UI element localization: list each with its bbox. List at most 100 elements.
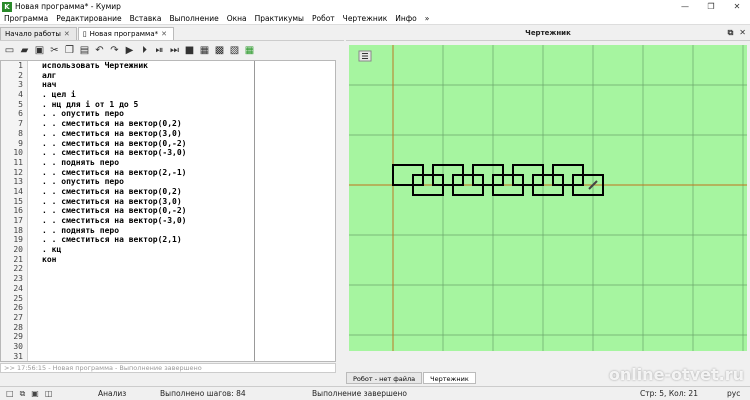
maximize-button[interactable]: ❐ — [698, 0, 724, 13]
line-number: 1 — [18, 61, 23, 70]
line-number: 3 — [18, 80, 23, 90]
menu-info[interactable]: Инфо — [391, 14, 421, 23]
code-line[interactable]: нач — [42, 80, 254, 90]
code-line[interactable]: . . сместиться на вектор(2,1) — [42, 235, 254, 245]
file-icon: ▯ — [82, 30, 87, 38]
tab-drawer[interactable]: Чертежник — [423, 372, 476, 384]
table-icon[interactable]: ▦ — [198, 44, 211, 57]
image-icon[interactable]: ▧ — [228, 44, 241, 57]
watermark-logo: online-otvet.ru — [608, 365, 744, 384]
line-number: 10 — [13, 148, 23, 158]
menu-run[interactable]: Выполнение — [165, 14, 222, 23]
line-number: 15 — [13, 196, 23, 206]
line-number: 6 — [18, 109, 23, 119]
close-button[interactable]: ✕ — [724, 0, 750, 13]
code-line[interactable]: . . поднять перо — [42, 226, 254, 236]
drawer-window-controls: ⧉ ✕ — [728, 28, 746, 38]
code-line[interactable] — [42, 264, 254, 274]
code-line[interactable]: . . поднять перо — [42, 158, 254, 168]
menu-edit[interactable]: Редактирование — [52, 14, 125, 23]
menu-more[interactable]: » — [421, 14, 434, 23]
drawer-canvas[interactable] — [349, 45, 747, 351]
square-icon[interactable]: □ — [6, 389, 14, 399]
line-number: 2 — [18, 70, 23, 80]
copy-icon[interactable]: ⧉ — [20, 389, 26, 399]
code-line[interactable]: . . сместиться на вектор(-3,0) — [42, 148, 254, 158]
close-icon[interactable]: ✕ — [161, 30, 167, 38]
copy-icon[interactable]: ❐ — [63, 44, 76, 57]
line-number: 5 — [18, 99, 23, 109]
menu-practicums[interactable]: Практикумы — [251, 14, 308, 23]
menu-program[interactable]: Программа — [0, 14, 52, 23]
new-file-icon[interactable]: ▭ — [3, 44, 16, 57]
line-number: 22 — [13, 264, 23, 274]
menu-insert[interactable]: Вставка — [126, 14, 166, 23]
code-line[interactable]: использовать Чертежник — [42, 61, 254, 71]
code-line[interactable]: кон — [42, 255, 254, 265]
line-number: 21 — [13, 254, 23, 264]
paste-icon[interactable]: ▤ — [78, 44, 91, 57]
code-line[interactable]: алг — [42, 71, 254, 81]
code-line[interactable]: . . сместиться на вектор(0,2) — [42, 119, 254, 129]
open-folder-icon[interactable]: ▰ — [18, 44, 31, 57]
undock-icon[interactable]: ⧉ — [728, 28, 734, 38]
print-icon[interactable]: ▣ — [31, 389, 39, 399]
code-line[interactable]: . . сместиться на вектор(0,-2) — [42, 206, 254, 216]
code-line[interactable]: . нц для i от 1 до 5 — [42, 100, 254, 110]
code-line[interactable] — [42, 352, 254, 362]
drawer-drawing[interactable] — [349, 45, 747, 351]
code-line[interactable] — [42, 313, 254, 323]
code-line[interactable]: . . сместиться на вектор(3,0) — [42, 129, 254, 139]
grid-icon[interactable]: ▦ — [243, 44, 256, 57]
status-mode: Анализ — [98, 389, 127, 398]
editor-pane: Начало работы ✕ ▯ Новая программа* ✕ ▭ ▰… — [0, 26, 344, 374]
cut-icon[interactable]: ✂ — [48, 44, 61, 57]
code-line[interactable] — [42, 274, 254, 284]
code-line[interactable] — [42, 303, 254, 313]
tab-new-program[interactable]: ▯ Новая программа* ✕ — [77, 27, 174, 40]
step-into-icon[interactable]: ⏭ — [168, 44, 181, 57]
step-over-icon[interactable]: ⏯ — [153, 44, 166, 57]
close-icon[interactable]: ✕ — [64, 30, 70, 38]
line-number: 9 — [18, 138, 23, 148]
menu-windows[interactable]: Окна — [223, 14, 251, 23]
code-line[interactable] — [42, 294, 254, 304]
line-number: 23 — [13, 274, 23, 284]
split-icon[interactable]: ◫ — [45, 389, 53, 399]
calculator-icon[interactable]: ▩ — [213, 44, 226, 57]
editor-margin-divider[interactable] — [254, 61, 255, 361]
close-icon[interactable]: ✕ — [739, 28, 746, 38]
code-line[interactable]: . кц — [42, 245, 254, 255]
undo-icon[interactable]: ↶ — [93, 44, 106, 57]
code-line[interactable]: . . сместиться на вектор(2,-1) — [42, 168, 254, 178]
code-line[interactable]: . . сместиться на вектор(3,0) — [42, 197, 254, 207]
tab-start[interactable]: Начало работы ✕ — [0, 27, 77, 40]
code-line[interactable] — [42, 342, 254, 352]
code-line[interactable]: . цел i — [42, 90, 254, 100]
line-number: 13 — [13, 177, 23, 187]
code-line[interactable]: . . сместиться на вектор(-3,0) — [42, 216, 254, 226]
tab-robot[interactable]: Робот - нет файла — [346, 372, 423, 384]
code-line[interactable]: . . сместиться на вектор(0,-2) — [42, 139, 254, 149]
menu-drawer[interactable]: Чертежник — [339, 14, 392, 23]
status-steps: Выполнено шагов: 84 — [160, 389, 246, 398]
status-position: Стр: 5, Кол: 21 — [640, 389, 698, 398]
code-line[interactable] — [42, 332, 254, 342]
code-line[interactable] — [42, 323, 254, 333]
code-area[interactable]: использовать Чертежник алг нач. цел i. нц … — [42, 61, 254, 361]
minimize-button[interactable]: — — [672, 0, 698, 13]
window-title: Новая программа* - Кумир — [15, 2, 121, 11]
code-line[interactable]: . . сместиться на вектор(0,2) — [42, 187, 254, 197]
run-step-icon[interactable]: ⏵ — [138, 44, 151, 57]
stop-icon[interactable]: ■ — [183, 44, 196, 57]
run-icon[interactable]: ▶ — [123, 44, 136, 57]
code-line[interactable]: . . опустить перо — [42, 109, 254, 119]
code-line[interactable]: . . опустить перо — [42, 177, 254, 187]
save-icon[interactable]: ▣ — [33, 44, 46, 57]
redo-icon[interactable]: ↷ — [108, 44, 121, 57]
code-line[interactable] — [42, 284, 254, 294]
line-number: 16 — [13, 206, 23, 216]
menu-robot[interactable]: Робот — [308, 14, 339, 23]
code-editor[interactable]: 1 2 3 4 5 6 7 8 9 10 11 12 13 14 15 16 17 18 19 20 21 22 23 24 2… — [0, 60, 336, 362]
status-bar: □ ⧉ ▣ ◫ Анализ Выполнено шагов: 84 Выпол… — [0, 386, 750, 400]
